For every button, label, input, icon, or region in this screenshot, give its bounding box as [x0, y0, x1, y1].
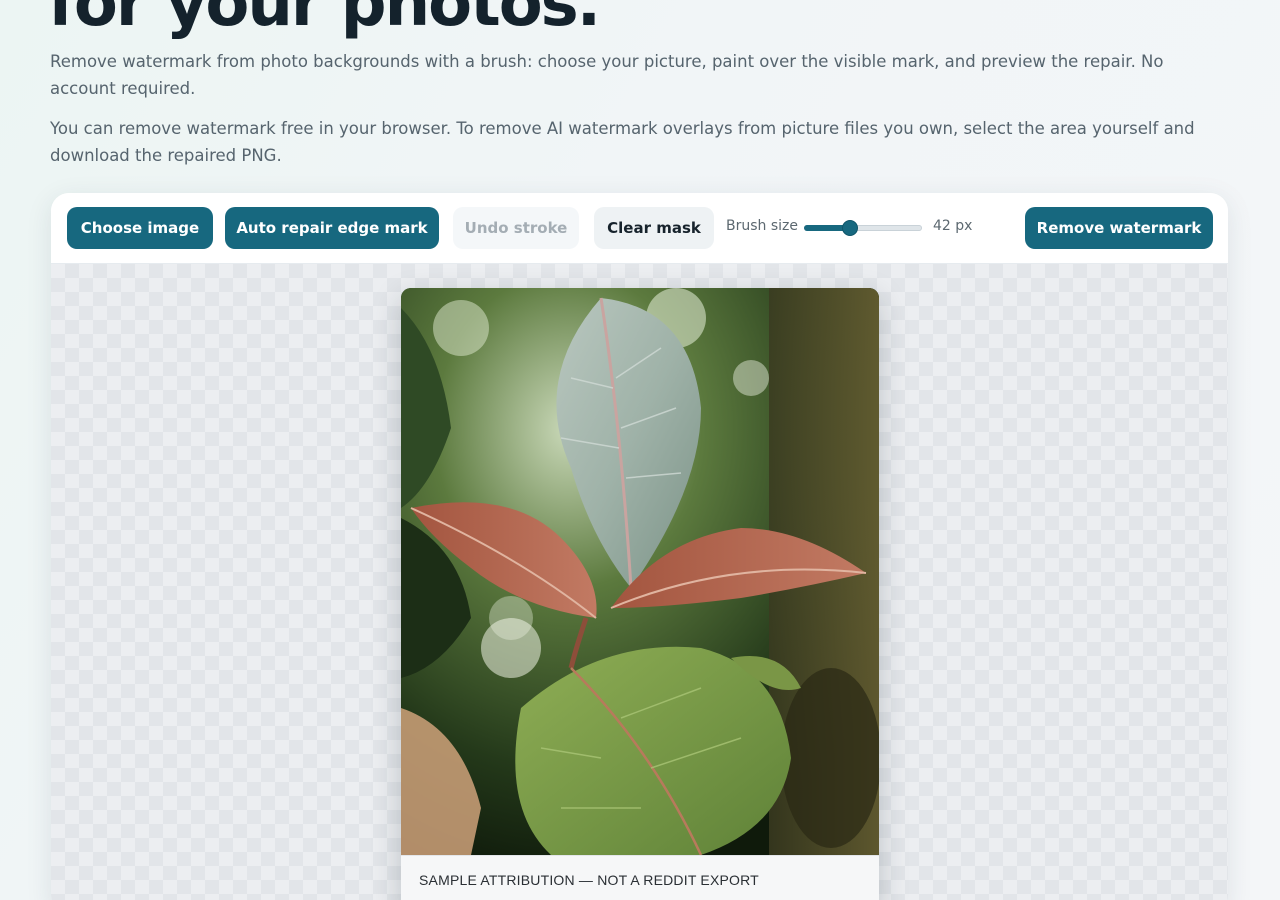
leaf-photo-illustration [401, 288, 879, 855]
intro-paragraph-2: You can remove watermark free in your br… [50, 119, 1195, 165]
brush-size-value: 42 px [933, 218, 973, 234]
brush-size-slider[interactable] [804, 220, 922, 236]
clear-mask-button[interactable]: Clear mask [594, 207, 714, 249]
auto-repair-button[interactable]: Auto repair edge mark [225, 207, 439, 249]
editor-toolbar: Choose image Auto repair edge mark Undo … [51, 193, 1228, 264]
page-title: for your photos. [48, 0, 601, 41]
choose-image-button[interactable]: Choose image [67, 207, 213, 249]
leaf-photo[interactable] [401, 288, 879, 855]
attribution-text: SAMPLE ATTRIBUTION — NOT A REDDIT EXPORT [419, 872, 759, 888]
page: for your photos. Remove watermark from p… [0, 0, 1280, 900]
watermark-editor: Choose image Auto repair edge mark Undo … [51, 193, 1228, 900]
image-preview[interactable]: SAMPLE ATTRIBUTION — NOT A REDDIT EXPORT [401, 288, 879, 900]
intro-paragraph-1: Remove watermark from photo backgrounds … [50, 52, 1164, 98]
brush-size-label: Brush size [726, 218, 798, 234]
attribution-bar: SAMPLE ATTRIBUTION — NOT A REDDIT EXPORT [401, 855, 879, 900]
undo-stroke-button[interactable]: Undo stroke [453, 207, 579, 249]
remove-watermark-button[interactable]: Remove watermark [1025, 207, 1213, 249]
slider-thumb[interactable] [842, 220, 858, 236]
editing-canvas[interactable]: SAMPLE ATTRIBUTION — NOT A REDDIT EXPORT [51, 264, 1228, 900]
